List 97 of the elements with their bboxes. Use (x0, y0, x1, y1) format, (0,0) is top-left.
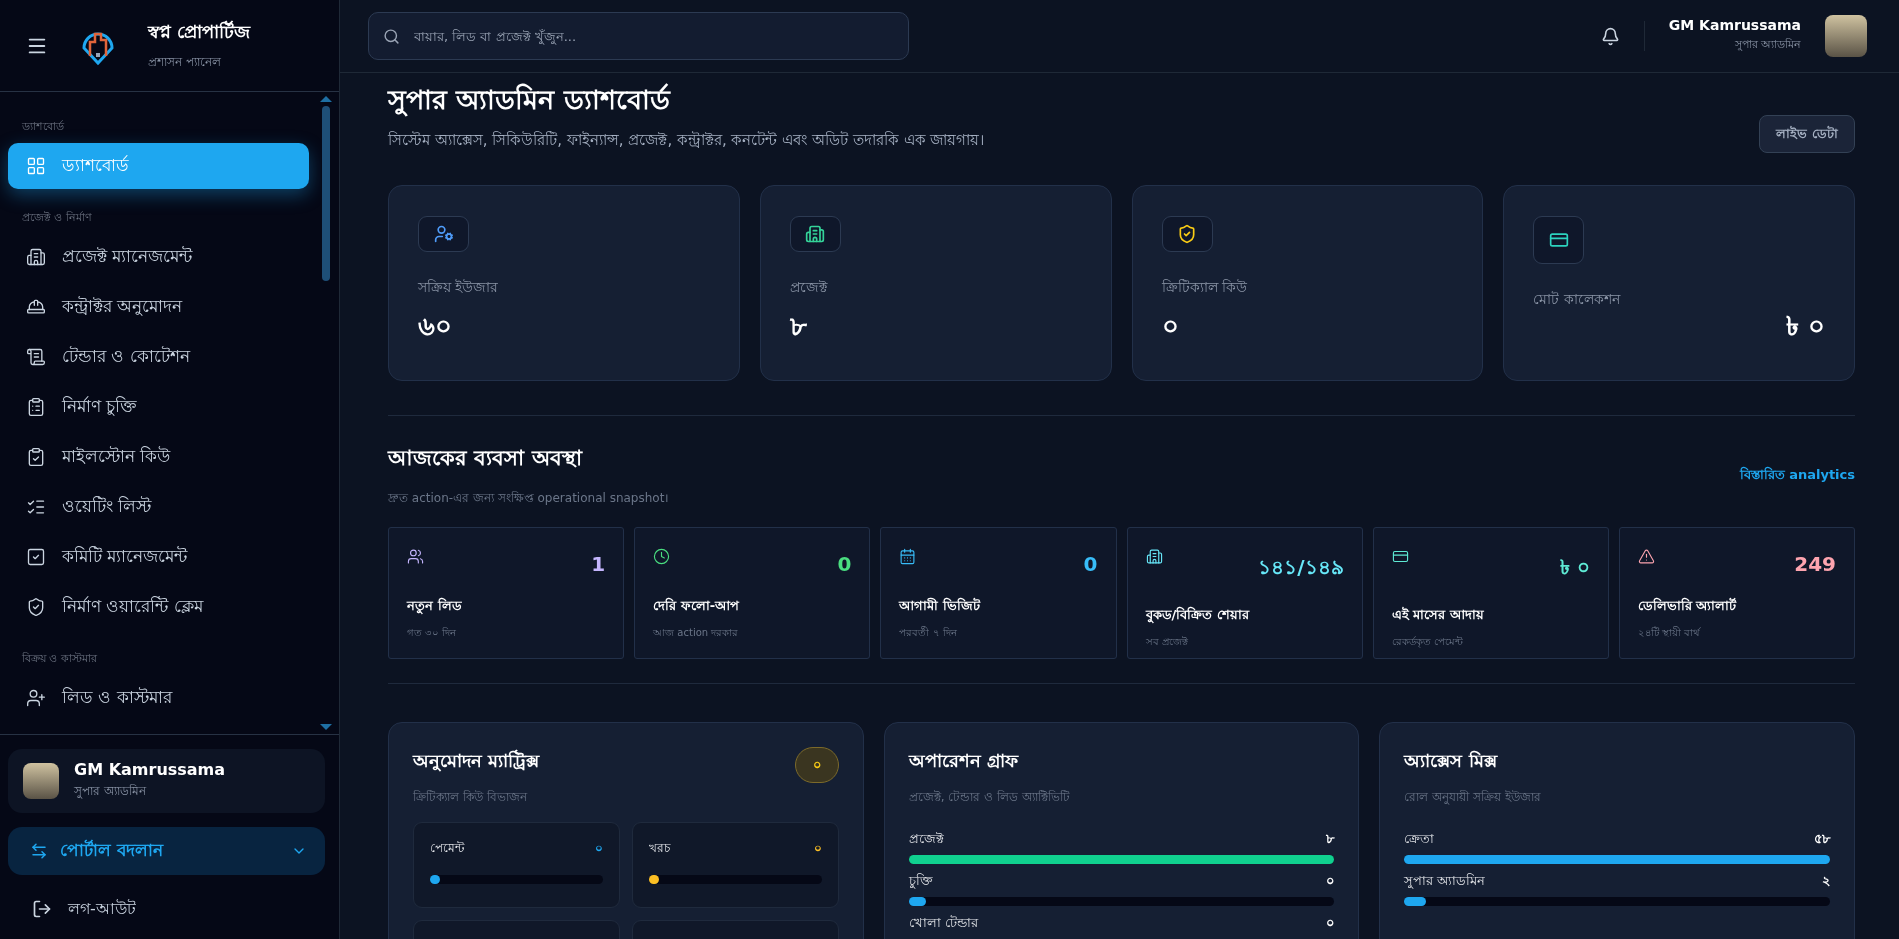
snapshot-note: আজ action দরকার (653, 626, 740, 640)
snapshot-note: পরবর্তী ৭ দিন (899, 625, 958, 640)
notification-bell-icon[interactable] (1600, 26, 1620, 46)
bar-label: চুক্তি (908, 872, 933, 891)
stat-label: ক্রিটিক্যাল কিউ (1161, 278, 1248, 297)
panel-subtitle: রোল অনুযায়ী সক্রিয় ইউজার (1404, 789, 1542, 807)
user-name: GM Kamrussama (74, 760, 226, 779)
snapshot-note: সব প্রজেক্ট (1145, 635, 1189, 649)
nav-item[interactable]: নির্মাণ ওয়ারেন্টি ক্লেম (8, 584, 309, 630)
portal-switch-button[interactable]: পোর্টাল বদলান (8, 827, 325, 875)
nav-icon (26, 247, 46, 267)
user-role: সুপার অ্যাডমিন (1734, 37, 1801, 53)
matrix-label: খরচ (648, 840, 670, 857)
nav-item[interactable]: লিড ও কাস্টমার (8, 675, 309, 721)
brand-subtitle: প্রশাসন প্যানেল (148, 54, 222, 71)
bar-value: ০ (1326, 872, 1335, 890)
building-icon (1145, 548, 1163, 565)
panel-title: অনুমোদন ম্যাট্রিক্স (413, 748, 540, 774)
search-input[interactable]: বায়ার, লিড বা প্রজেক্ট খুঁজুন... (412, 27, 894, 45)
avatar-placeholder (23, 763, 59, 799)
logout-icon (32, 899, 52, 919)
section-subtitle: দ্রুত action-এর জন্য সংক্ষিপ্ত operational snapshot। (388, 490, 670, 507)
bar-label: সুপার অ্যাডমিন (1404, 872, 1486, 891)
card-icon (1391, 548, 1409, 565)
snapshot-label: এই মাসের আদায় (1391, 606, 1485, 624)
stat-value: ৬০ (418, 310, 452, 343)
bar-label: ক্রেতা (1404, 830, 1435, 848)
matrix-label: পেমেন্ট (430, 840, 464, 857)
panel-title: অ্যাক্সেস মিক্স (1404, 749, 1499, 773)
scrollbar[interactable] (321, 96, 331, 730)
snapshot-value: 1 (591, 552, 606, 576)
logout-button[interactable]: লগ-আউট (8, 889, 325, 929)
snapshot-value: 0 (837, 552, 852, 576)
swap-icon (30, 842, 48, 860)
bar-value: ২ (1822, 872, 1830, 890)
nav-icon (26, 347, 46, 367)
nav-section-heading: প্রজেক্ট ও নির্মাণ (21, 210, 93, 226)
bar-label: প্রজেক্ট (908, 830, 944, 848)
nav-icon (26, 447, 46, 467)
nav-icon (26, 397, 46, 417)
snapshot-label: বুকড/বিক্রিত শেয়ার (1145, 605, 1251, 625)
user-role: সুপার অ্যাডমিন (74, 783, 146, 801)
nav-item[interactable]: মাইলস্টোন কিউ (8, 434, 309, 480)
count-badge: ০ (794, 747, 839, 783)
bar-label: খোলা টেন্ডার (908, 914, 978, 932)
nav-item[interactable]: প্রজেক্ট ম্যানেজমেন্ট (8, 234, 309, 280)
section-title: আজকের ব্যবসা অবস্থা (388, 445, 584, 472)
calendar-icon (899, 548, 917, 565)
avatar-placeholder[interactable] (1825, 15, 1867, 57)
nav-item[interactable]: কন্ট্রাক্টর অনুমোদন (8, 284, 309, 330)
panel-title: অপারেশন গ্রাফ (908, 749, 1020, 773)
nav-icon (26, 597, 46, 617)
snapshot-note: ২৪টি স্থায়ী বার্থ (1637, 625, 1702, 640)
snapshot-value: ৳ ০ (1559, 554, 1590, 581)
nav-icon (26, 547, 46, 567)
bar-value: ৫৮ (1814, 830, 1830, 848)
panel-subtitle: প্রজেক্ট, টেন্ডার ও লিড অ্যাক্টিভিটি (908, 789, 1071, 806)
nav-section-heading: বিক্রয় ও কাস্টমার (21, 651, 98, 667)
snapshot-label: আগামী ভিজিট (899, 596, 982, 615)
page-title: সুপার অ্যাডমিন ড্যাশবোর্ড (388, 82, 672, 119)
snapshot-note: রেকর্ডকৃত পেমেন্ট (1391, 635, 1464, 650)
matrix-value: ০ (594, 840, 603, 857)
nav-icon (26, 688, 46, 708)
nav-section-heading: ড্যাশবোর্ড (21, 119, 65, 135)
brand-name: স্বপ্ন প্রোপার্টিজ (148, 19, 251, 44)
bar-value: ৮ (1326, 830, 1335, 848)
snapshot-label: ডেলিভারি অ্যালার্ট (1637, 596, 1738, 615)
nav-item[interactable]: টেন্ডার ও কোটেশন (8, 334, 309, 380)
nav-item[interactable]: কমিটি ম্যানেজমেন্ট (8, 534, 309, 580)
search-field[interactable]: বায়ার, লিড বা প্রজেক্ট খুঁজুন... (368, 12, 909, 60)
stat-value: ০ (1161, 310, 1179, 343)
users-icon (407, 548, 424, 565)
snapshot-value: 0 (1083, 552, 1098, 576)
clock-icon (653, 548, 671, 565)
analytics-link[interactable]: বিস্তারিত analytics (1739, 465, 1855, 486)
page-subtitle: সিস্টেম অ্যাক্সেস, সিকিউরিটি, ফাইন্যান্স, প্রজেক্ট, কন্ট্রাক্টর, কনটেন্ট এবং অডিট তদারকি এক জায়গায়। (388, 130, 985, 151)
snapshot-label: নতুন লিড (407, 596, 463, 616)
stat-label: মোট কালেকশন (1533, 290, 1622, 309)
snapshot-value: ১৪১/১৪৯ (1258, 554, 1344, 581)
search-icon (383, 27, 400, 45)
stat-label: প্রজেক্ট (789, 278, 829, 297)
nav-item[interactable]: ওয়েটিং লিস্ট (8, 484, 309, 530)
snapshot-value: 249 (1794, 552, 1836, 576)
stat-value: ৳ ০ (1785, 310, 1825, 343)
warning-icon (1637, 548, 1655, 565)
nav-item[interactable]: নির্মাণ চুক্তি (8, 384, 309, 430)
bar-value: ০ (1326, 914, 1335, 932)
matrix-value: ০ (813, 840, 822, 857)
stat-label: সক্রিয় ইউজার (418, 278, 500, 297)
stat-value: ৮ (789, 310, 807, 343)
user-name: GM Kamrussama (1668, 17, 1801, 33)
snapshot-label: দেরি ফলো-আপ (653, 596, 741, 615)
panel-subtitle: ক্রিটিক্যাল কিউ বিভাজন (413, 789, 529, 806)
live-data-button[interactable]: লাইভ ডেটা (1759, 115, 1855, 153)
nav-icon (26, 156, 46, 176)
snapshot-note: গত ৩০ দিন (407, 626, 458, 640)
nav-icon (26, 297, 46, 317)
